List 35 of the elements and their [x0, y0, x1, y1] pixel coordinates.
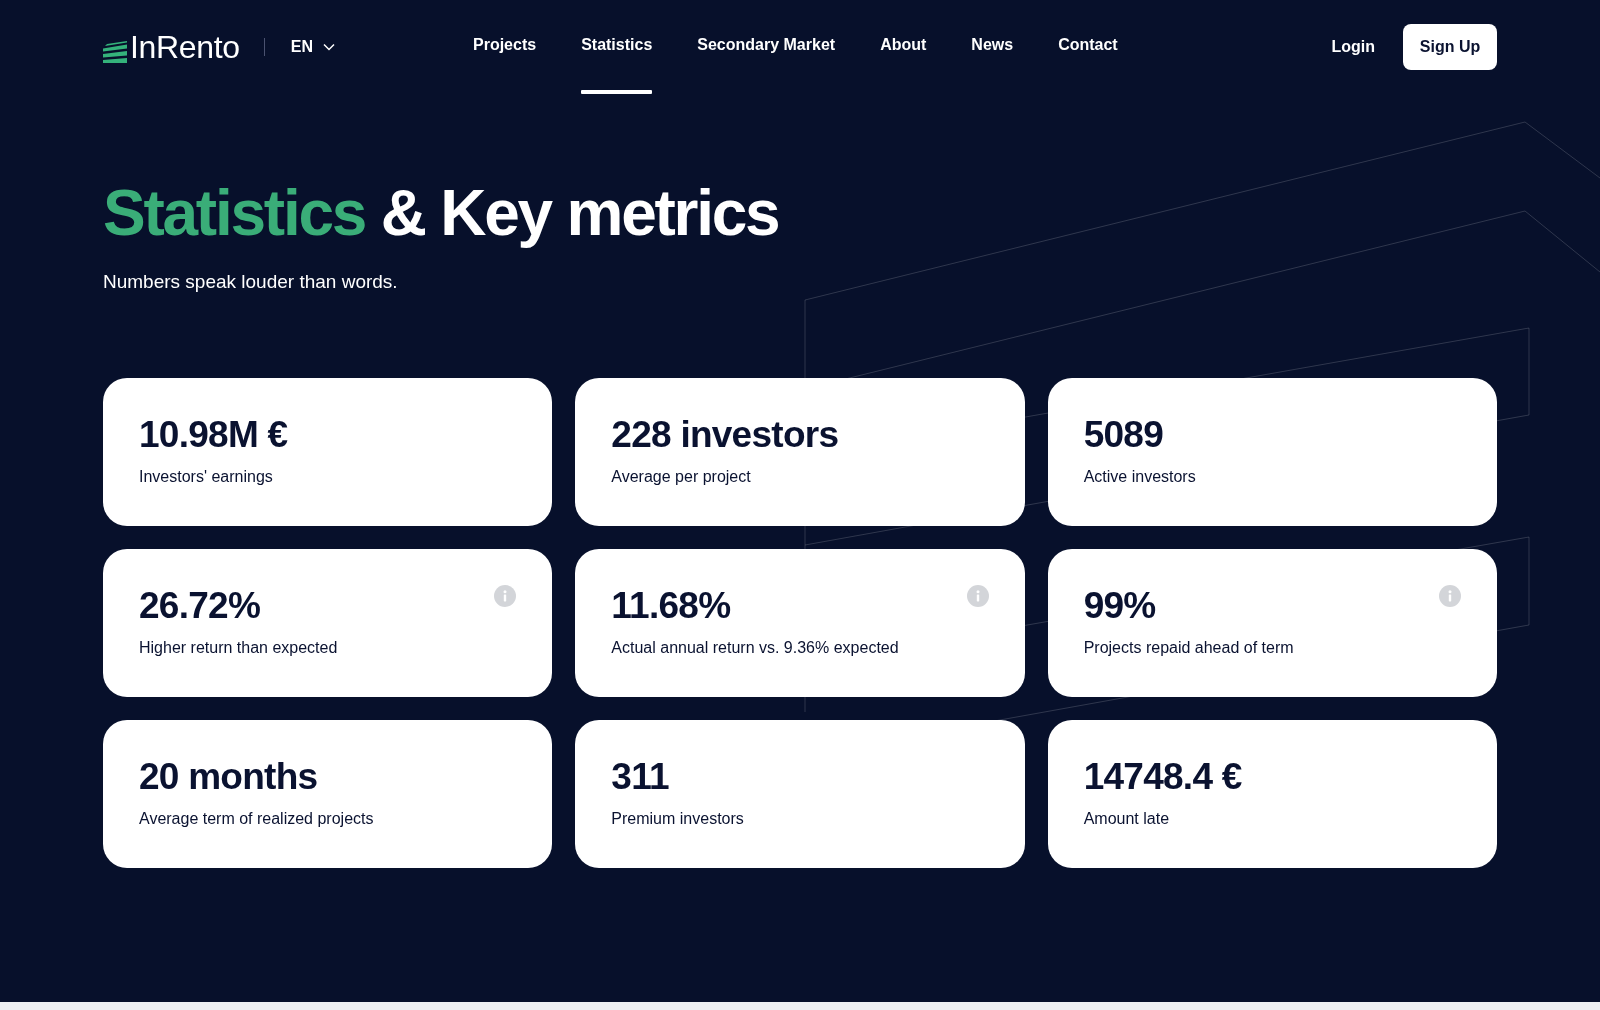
- metric-value: 5089: [1083, 413, 1163, 457]
- metric-value: 10.98M €: [139, 413, 288, 457]
- language-selector[interactable]: EN: [290, 35, 336, 59]
- nav-tab[interactable]: News: [971, 0, 1014, 94]
- info-icon[interactable]: [966, 585, 989, 607]
- metric-label: Average term of realized projects: [139, 809, 374, 829]
- metric-label: Amount late: [1083, 809, 1170, 829]
- metric-label: Active investors: [1083, 467, 1196, 487]
- page-title: Statistics & Key metrics: [103, 178, 779, 248]
- metric-label: Investors' earnings: [139, 467, 273, 487]
- sign-up-button[interactable]: Sign Up: [1403, 24, 1497, 70]
- metric-label: Premium investors: [611, 809, 744, 829]
- nav-tab[interactable]: Contact: [1058, 0, 1118, 94]
- metric-value: 20 months: [139, 755, 318, 799]
- metric-label: Average per project: [611, 467, 751, 487]
- metric-value: 228 investors: [611, 413, 839, 457]
- metric-label: Actual annual return vs. 9.36% expected: [611, 638, 899, 658]
- metric-value: 11.68%: [611, 584, 731, 628]
- metric-value: 99%: [1083, 584, 1156, 628]
- logo-stripes-icon: [103, 41, 127, 63]
- page-subtitle: Numbers speak louder than words.: [103, 270, 398, 294]
- login-link[interactable]: Login: [1331, 35, 1375, 59]
- chevron-down-icon: [323, 43, 336, 51]
- nav-tab[interactable]: Projects: [473, 0, 537, 94]
- nav-tab[interactable]: About: [880, 0, 927, 94]
- metric-value: 26.72%: [139, 584, 261, 628]
- metric-label: Higher return than expected: [139, 638, 338, 658]
- logo[interactable]: InRento: [103, 31, 240, 63]
- info-icon[interactable]: [494, 585, 517, 607]
- nav-tab[interactable]: Statistics: [581, 0, 653, 94]
- info-icon[interactable]: [1439, 585, 1461, 607]
- metric-value: 14748.4 €: [1083, 755, 1242, 799]
- metric-value: 311: [611, 755, 669, 799]
- metric-label: Projects repaid ahead of term: [1083, 638, 1294, 658]
- nav-tab[interactable]: Secondary Market: [697, 0, 836, 94]
